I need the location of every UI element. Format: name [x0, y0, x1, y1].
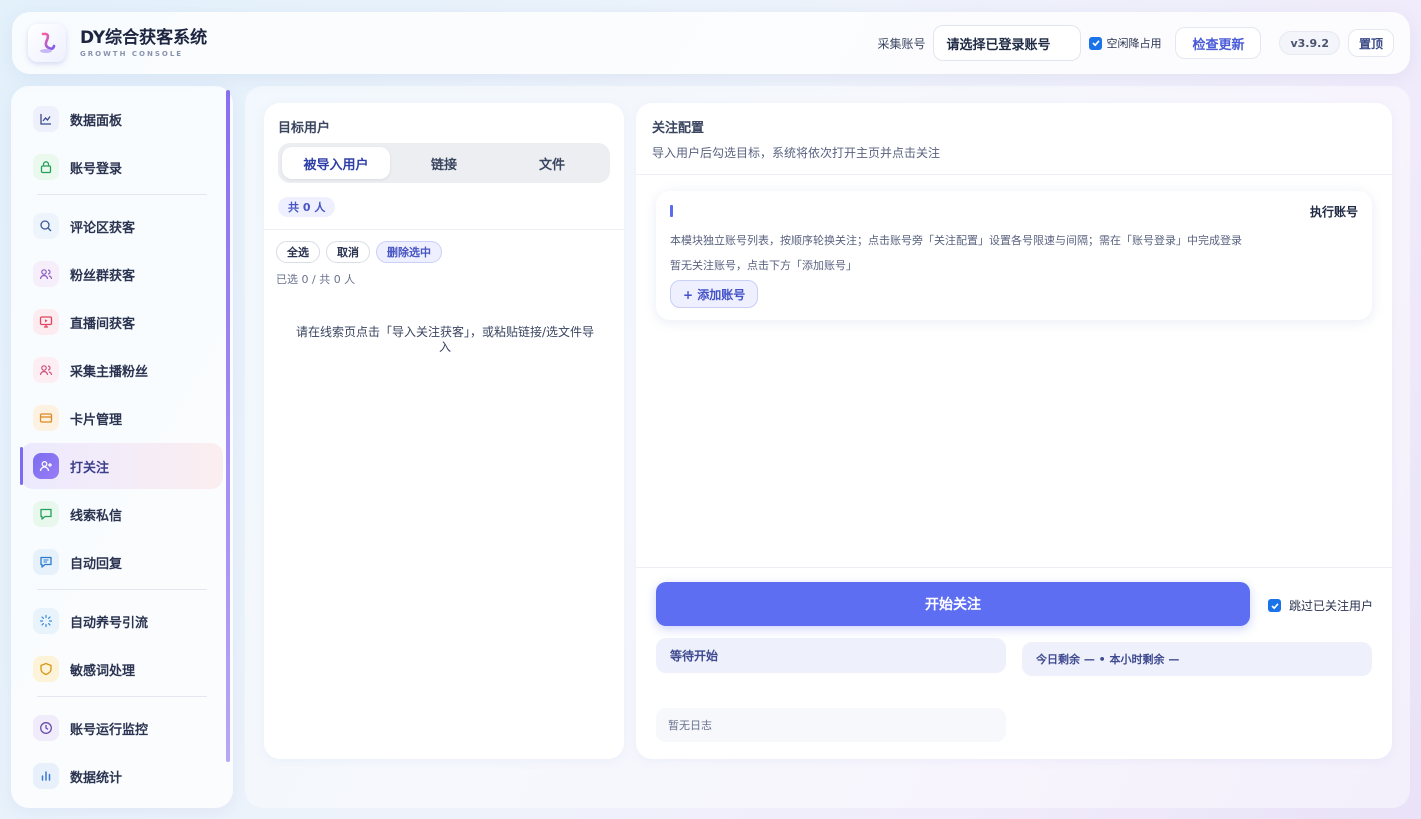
panel-title: 关注配置 [652, 121, 705, 136]
sidebar-item-label: 直播间获客 [70, 316, 136, 332]
panel-divider [636, 567, 1392, 568]
delete-selected-button[interactable]: 删除选中 [376, 241, 442, 263]
status-text: 等待开始 [656, 638, 1006, 673]
user-plus-icon [33, 453, 59, 479]
sidebar-item-label: 数据面板 [70, 113, 123, 129]
sidebar-item-label: 账号登录 [70, 161, 123, 177]
idle-reduce-label: 空闲降占用 [1106, 37, 1162, 50]
sidebar-divider [37, 589, 207, 590]
monitor-icon [33, 309, 59, 335]
start-follow-button[interactable]: 开始关注 [656, 582, 1250, 626]
source-tabs: 被导入用户 链接 文件 [278, 143, 610, 183]
sidebar-item-anchor-fans[interactable]: 采集主播粉丝 [21, 347, 223, 393]
cancel-selection-button[interactable]: 取消 [326, 241, 370, 263]
follow-config-panel: 关注配置 导入用户后勾选目标，系统将依次打开主页并点击关注 执行账号 本模块独立… [636, 103, 1392, 759]
app-title: DY综合获客系统 [80, 28, 208, 48]
sidebar-item-auto-reply[interactable]: 自动回复 [21, 539, 223, 585]
skip-followed-label: 跳过已关注用户 [1289, 599, 1374, 613]
message-icon [33, 501, 59, 527]
exec-account-empty: 暂无关注账号，点击下方「添加账号」 [670, 259, 857, 272]
idle-reduce-toggle[interactable]: 空闲降占用 [1089, 35, 1161, 51]
version-badge: v3.9.2 [1279, 31, 1340, 55]
accent-bar [670, 205, 673, 217]
card-icon [33, 405, 59, 431]
sidebar-item-label: 自动回复 [70, 556, 123, 572]
shield-icon [33, 656, 59, 682]
empty-hint: 请在线索页点击「导入关注获客」，或粘贴链接/选文件导入 [295, 325, 595, 354]
sidebar: 数据面板 账号登录 评论区获客 粉丝群获客 直播间获客 采集主播粉丝 卡片管理 … [11, 86, 233, 808]
users-icon [33, 261, 59, 287]
sidebar-item-label: 数据统计 [70, 770, 123, 786]
checkbox-checked-icon[interactable] [1089, 36, 1103, 50]
selection-info: 已选 0 / 共 0 人 [276, 273, 356, 286]
panel-subtitle: 导入用户后勾选目标，系统将依次打开主页并点击关注 [652, 146, 941, 160]
clock-icon [33, 715, 59, 741]
sidebar-item-card-manage[interactable]: 卡片管理 [21, 395, 223, 441]
sidebar-item-label: 线索私信 [70, 508, 123, 524]
sidebar-item-lead-message[interactable]: 线索私信 [21, 491, 223, 537]
sidebar-item-label: 评论区获客 [70, 220, 136, 236]
sidebar-scrollbar[interactable] [226, 90, 230, 762]
skip-followed-toggle[interactable]: 跳过已关注用户 [1268, 597, 1373, 614]
loader-icon [33, 608, 59, 634]
reply-icon [33, 549, 59, 575]
exec-account-card: 执行账号 本模块独立账号列表，按顺序轮换关注；点击账号旁「关注配置」设置各号限速… [656, 191, 1372, 320]
sidebar-item-label: 粉丝群获客 [70, 268, 136, 284]
sidebar-divider [37, 194, 207, 195]
check-update-button[interactable]: 检查更新 [1175, 27, 1262, 59]
app-subtitle: GROWTH CONSOLE [80, 50, 184, 58]
selection-actions: 全选 取消 删除选中 [276, 241, 448, 263]
sidebar-item-run-monitor[interactable]: 账号运行监控 [21, 705, 223, 751]
sidebar-item-label: 打关注 [70, 460, 110, 476]
log-area: 暂无日志 [656, 708, 1006, 742]
bar-chart-icon [33, 763, 59, 789]
tab-imported-users[interactable]: 被导入用户 [282, 147, 390, 179]
sidebar-item-label: 敏感词处理 [70, 663, 136, 679]
user-count-badge: 共 0 人 [278, 197, 336, 217]
sidebar-item-live-room[interactable]: 直播间获客 [21, 299, 223, 345]
checkbox-checked-icon[interactable] [1268, 599, 1281, 612]
account-label: 采集账号 [877, 36, 926, 51]
sidebar-item-label: 卡片管理 [70, 412, 123, 428]
app-logo-icon [28, 24, 66, 62]
chart-icon [33, 106, 59, 132]
sidebar-item-sensitive-words[interactable]: 敏感词处理 [21, 646, 223, 692]
sidebar-item-follow[interactable]: 打关注 [20, 443, 223, 489]
target-users-panel: 目标用户 被导入用户 链接 文件 共 0 人 全选 取消 删除选中 已选 0 /… [264, 103, 624, 759]
tab-link[interactable]: 链接 [390, 147, 498, 179]
sidebar-item-fan-group[interactable]: 粉丝群获客 [21, 251, 223, 297]
sidebar-item-label: 自动养号引流 [70, 615, 149, 631]
sidebar-item-comments[interactable]: 评论区获客 [21, 203, 223, 249]
quota-text: 今日剩余 — • 本小时剩余 — [1022, 642, 1372, 676]
sidebar-item-statistics[interactable]: 数据统计 [21, 753, 223, 799]
users-icon [33, 357, 59, 383]
app-header: DY综合获客系统 GROWTH CONSOLE 采集账号 请选择已登录账号 空闲… [12, 12, 1410, 74]
account-select[interactable]: 请选择已登录账号 [933, 25, 1082, 61]
pin-top-button[interactable]: 置顶 [1347, 29, 1394, 57]
sidebar-item-account-login[interactable]: 账号登录 [21, 144, 223, 190]
panel-title: 目标用户 [278, 121, 331, 136]
sidebar-divider [37, 696, 207, 697]
sidebar-item-label: 账号运行监控 [70, 722, 149, 738]
panel-divider [264, 229, 624, 230]
sidebar-item-dashboard[interactable]: 数据面板 [21, 96, 223, 142]
sidebar-item-label: 采集主播粉丝 [70, 364, 149, 380]
panel-divider [636, 174, 1392, 175]
tab-file[interactable]: 文件 [498, 147, 606, 179]
exec-account-description: 本模块独立账号列表，按顺序轮换关注；点击账号旁「关注配置」设置各号限速与间隔；需… [670, 234, 1242, 247]
lock-icon [33, 154, 59, 180]
sidebar-item-auto-nurture[interactable]: 自动养号引流 [21, 598, 223, 644]
search-icon [33, 213, 59, 239]
select-all-button[interactable]: 全选 [276, 241, 320, 263]
add-account-button[interactable]: + 添加账号 [670, 280, 759, 308]
exec-account-label: 执行账号 [1309, 205, 1358, 219]
